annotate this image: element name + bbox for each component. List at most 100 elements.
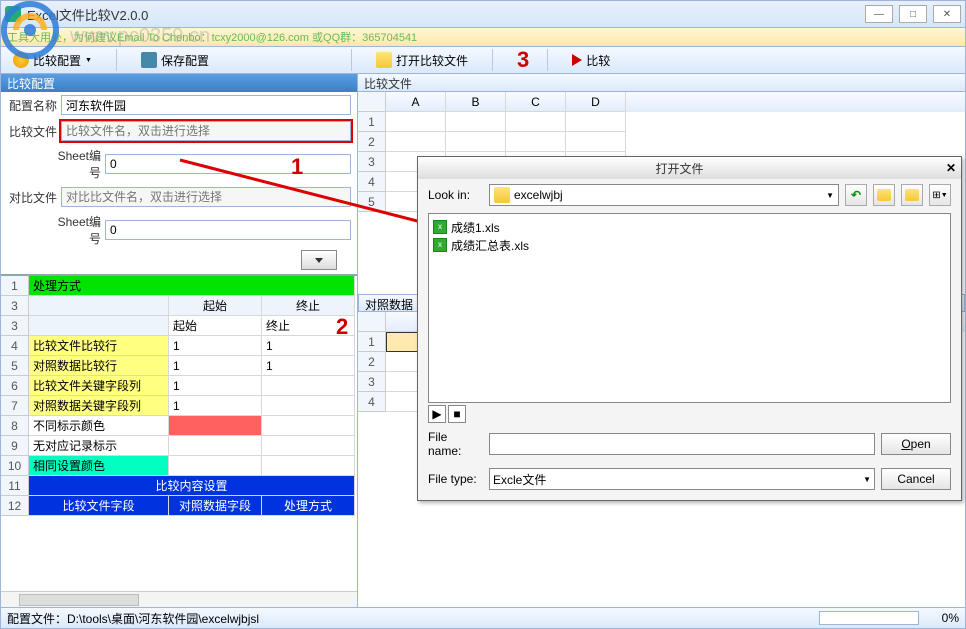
- row-header[interactable]: 1: [358, 112, 386, 132]
- corner-cell[interactable]: [358, 92, 386, 112]
- open-file-button[interactable]: 打开比较文件: [370, 50, 474, 71]
- nav-stop-button[interactable]: ■: [448, 405, 466, 423]
- config-button[interactable]: 比较配置 ▼: [7, 50, 98, 71]
- col-header[interactable]: C: [506, 92, 566, 112]
- maximize-button[interactable]: □: [899, 5, 927, 23]
- back-button[interactable]: ↶: [845, 184, 867, 206]
- close-button[interactable]: ✕: [933, 5, 961, 23]
- row-header[interactable]: 10: [1, 456, 29, 476]
- dialog-close-button[interactable]: ✕: [941, 161, 961, 175]
- cancel-button[interactable]: Cancel: [881, 468, 951, 490]
- grid-cell[interactable]: [262, 416, 355, 436]
- filetype-value: Excle文件: [493, 471, 546, 488]
- xls-icon: x: [433, 238, 447, 252]
- progress-bar: [819, 611, 919, 625]
- cell[interactable]: [566, 112, 626, 132]
- config-grid: 1 处理方式 3 起始 终止 3 起始 终止4 比较文件比较行 1 15 对照数…: [1, 274, 357, 516]
- grid-cell[interactable]: [169, 456, 262, 476]
- grid-cell[interactable]: 1: [169, 396, 262, 416]
- row-header[interactable]: 4: [1, 336, 29, 356]
- col-header[interactable]: B: [446, 92, 506, 112]
- grid-cell[interactable]: 1: [169, 376, 262, 396]
- row-header[interactable]: 3: [358, 152, 386, 172]
- col-header[interactable]: D: [566, 92, 626, 112]
- file-name: 成绩汇总表.xls: [451, 237, 529, 254]
- play-icon: [572, 54, 582, 66]
- save-config-button[interactable]: 保存配置: [135, 50, 215, 71]
- cell[interactable]: [506, 132, 566, 152]
- grid-header-cell: [29, 296, 169, 316]
- row-header[interactable]: 4: [358, 172, 386, 192]
- grid-cell[interactable]: 比较文件比较行: [29, 336, 169, 356]
- left-panel-header: 比较配置: [1, 74, 357, 92]
- row-header[interactable]: 11: [1, 476, 29, 496]
- grid-cell[interactable]: 1: [169, 336, 262, 356]
- grid-cell[interactable]: 无对应记录标示: [29, 436, 169, 456]
- row-header[interactable]: 8: [1, 416, 29, 436]
- open-button[interactable]: Open: [881, 433, 951, 455]
- lookin-combo[interactable]: excelwjbj ▼: [489, 184, 839, 206]
- filetype-select[interactable]: Excle文件 ▼: [489, 468, 875, 490]
- grid-cell[interactable]: [262, 456, 355, 476]
- row-header[interactable]: 1: [358, 332, 386, 352]
- grid-cell[interactable]: 终止: [262, 316, 355, 336]
- row-header[interactable]: 4: [358, 392, 386, 412]
- grid-cell[interactable]: 比较文件关键字段列: [29, 376, 169, 396]
- row-header[interactable]: 5: [358, 192, 386, 212]
- grid-cell[interactable]: [262, 436, 355, 456]
- grid-cell[interactable]: [29, 316, 169, 336]
- row-header[interactable]: 7: [1, 396, 29, 416]
- row-header[interactable]: 6: [1, 376, 29, 396]
- grid-cell[interactable]: [169, 416, 262, 436]
- view-button[interactable]: ⊞▼: [929, 184, 951, 206]
- row-header[interactable]: 1: [1, 276, 29, 296]
- row-header[interactable]: 3: [358, 372, 386, 392]
- dropdown-button[interactable]: [301, 250, 337, 270]
- row-header[interactable]: 5: [1, 356, 29, 376]
- grid-cell[interactable]: 1: [169, 356, 262, 376]
- h-scrollbar[interactable]: [1, 591, 357, 607]
- sheet-spin2[interactable]: [105, 220, 351, 240]
- col-header[interactable]: A: [386, 92, 446, 112]
- compare-button[interactable]: 比较: [566, 50, 616, 71]
- grid-cell[interactable]: [262, 376, 355, 396]
- up-button[interactable]: [873, 184, 895, 206]
- sheet-spin1[interactable]: [105, 154, 351, 174]
- cell[interactable]: [386, 112, 446, 132]
- filename-input[interactable]: [489, 433, 875, 455]
- nav-play-button[interactable]: ▶: [428, 405, 446, 423]
- row-header[interactable]: 2: [358, 132, 386, 152]
- config-name-input[interactable]: [61, 95, 351, 115]
- minimize-button[interactable]: —: [865, 5, 893, 23]
- row-header[interactable]: 9: [1, 436, 29, 456]
- grid-cell[interactable]: 1: [262, 336, 355, 356]
- file-item[interactable]: x 成绩汇总表.xls: [433, 236, 946, 254]
- cell[interactable]: [506, 112, 566, 132]
- grid-cell[interactable]: [262, 396, 355, 416]
- cell[interactable]: [446, 112, 506, 132]
- status-text: 配置文件：D:\tools\桌面\河东软件园\excelwjbjsl: [7, 610, 819, 627]
- row-header[interactable]: 3: [1, 316, 29, 336]
- compare-file-input[interactable]: [61, 121, 351, 141]
- contrast-file-input[interactable]: [61, 187, 351, 207]
- grid-col-header: 处理方式: [262, 496, 355, 516]
- row-header[interactable]: 2: [358, 352, 386, 372]
- corner-cell[interactable]: [358, 312, 386, 332]
- grid-cell[interactable]: 起始: [169, 316, 262, 336]
- grid-cell[interactable]: [169, 436, 262, 456]
- cell[interactable]: [386, 132, 446, 152]
- grid-cell[interactable]: 1: [262, 356, 355, 376]
- grid-cell[interactable]: 处理方式: [29, 276, 355, 296]
- cell[interactable]: [446, 132, 506, 152]
- grid-cell[interactable]: 相同设置颜色: [29, 456, 169, 476]
- file-list[interactable]: x 成绩1.xls x 成绩汇总表.xls: [428, 213, 951, 403]
- grid-cell[interactable]: 不同标示颜色: [29, 416, 169, 436]
- cell[interactable]: [566, 132, 626, 152]
- file-item[interactable]: x 成绩1.xls: [433, 218, 946, 236]
- new-folder-button[interactable]: [901, 184, 923, 206]
- row-header[interactable]: 3: [1, 296, 29, 316]
- grid-cell[interactable]: 对照数据比较行: [29, 356, 169, 376]
- grid-cell[interactable]: 对照数据关键字段列: [29, 396, 169, 416]
- row-header[interactable]: 12: [1, 496, 29, 516]
- compare-file-label: 比较文件: [7, 123, 57, 140]
